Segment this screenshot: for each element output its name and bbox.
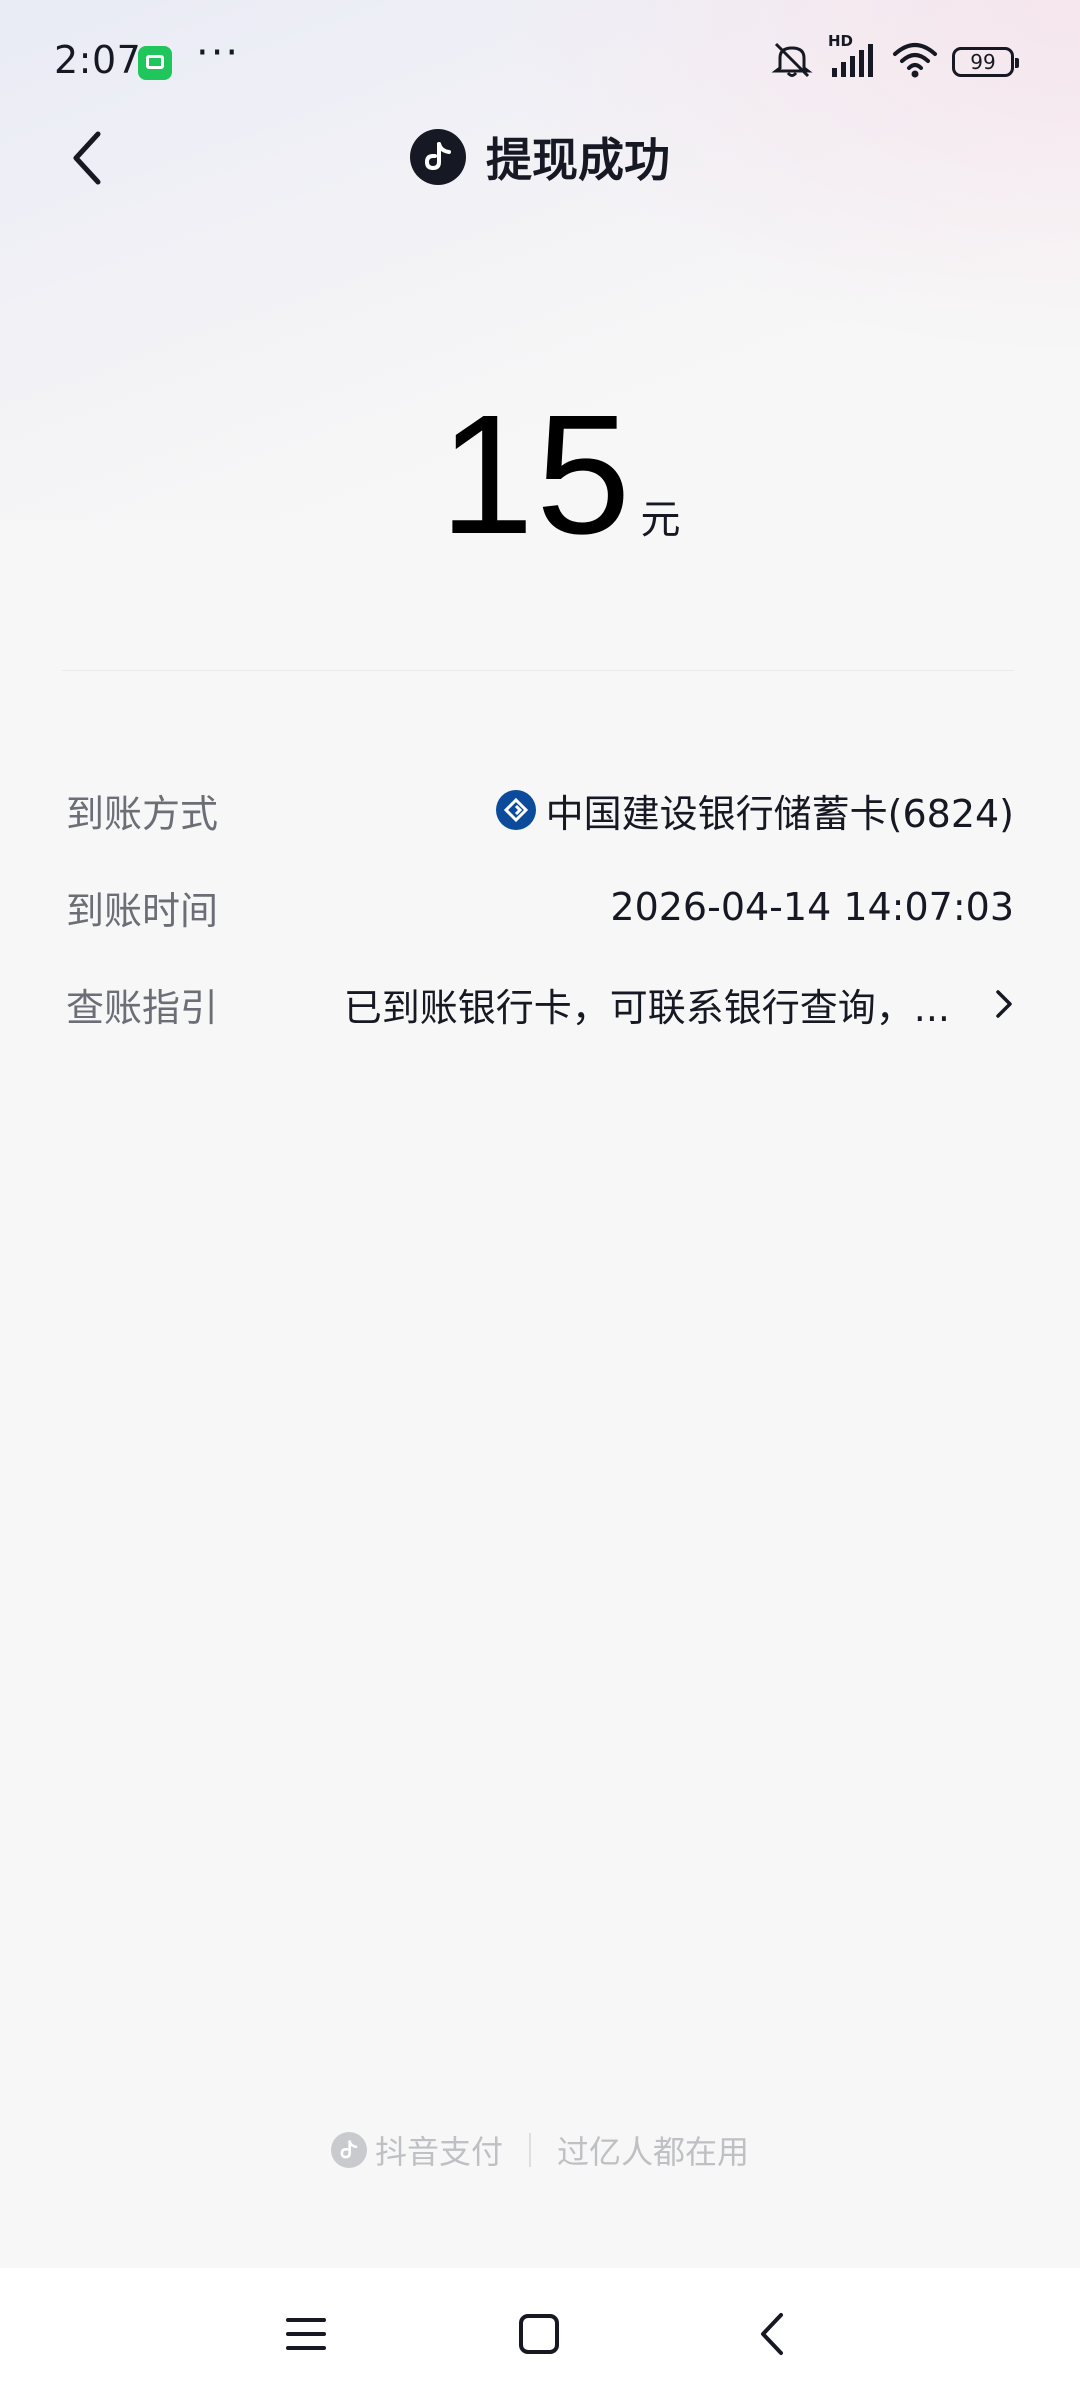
guide-text: 已到账银行卡，可联系银行查询，...: [343, 985, 950, 1030]
divider: [62, 670, 1014, 671]
guide-value[interactable]: 已到账银行卡，可联系银行查询，...: [344, 977, 1014, 1032]
amount-unit: 元: [640, 497, 681, 543]
ccb-bank-icon: [495, 790, 536, 830]
detail-label: 到账时间: [66, 888, 219, 933]
mute-icon: [770, 40, 814, 84]
bank-card-text: 中国建设银行储蓄卡(6824): [545, 791, 1014, 836]
system-back-button[interactable]: [736, 2298, 808, 2370]
detail-row-guide[interactable]: 查账指引 已到账银行卡，可联系银行查询，...: [66, 969, 1014, 1039]
detail-label: 查账指引: [66, 985, 219, 1030]
footer-slogan: 过亿人都在用: [557, 2133, 750, 2171]
system-nav-bar: [0, 2268, 1080, 2400]
more-notifications-icon: ···: [196, 30, 241, 76]
detail-value: 中国建设银行储蓄卡(6824): [495, 783, 1014, 838]
douyin-logo-icon: [410, 129, 466, 185]
douyin-pay-logo-icon: [330, 2132, 367, 2168]
page-title: 提现成功: [486, 133, 670, 187]
detail-row-arrival-time: 到账时间 2026-04-14 14:07:03: [66, 872, 1014, 942]
amount-value: 15: [439, 380, 633, 570]
status-icons: HD 99: [770, 32, 1019, 84]
signal-icon: HD: [828, 32, 878, 84]
home-square-icon: [519, 2314, 559, 2354]
battery-icon: 99: [952, 47, 1019, 77]
arrival-time-text: 2026-04-14 14:07:03: [610, 885, 1014, 929]
app-notification-icon: [138, 46, 172, 80]
detail-label: 到账方式: [66, 791, 219, 836]
network-type-label: HD: [828, 32, 854, 50]
footer-separator: [529, 2133, 531, 2167]
home-button[interactable]: [503, 2298, 575, 2370]
footer-brand: 抖音支付 过亿人都在用: [0, 2120, 1080, 2180]
status-bar: 2:07 ··· HD 99: [0, 0, 1080, 120]
menu-icon: [286, 2318, 326, 2350]
status-time: 2:07: [54, 38, 142, 82]
chevron-right-icon: [994, 988, 1014, 1020]
back-arrow-icon: [761, 2313, 783, 2355]
withdraw-amount: 15 元: [0, 390, 1080, 560]
recents-button[interactable]: [270, 2298, 342, 2370]
wifi-icon: [892, 40, 938, 84]
detail-row-payment-method: 到账方式 中国建设银行储蓄卡(6824): [66, 775, 1014, 845]
footer-brand-name: 抖音支付: [374, 2133, 503, 2171]
page-header: 提现成功: [0, 122, 1080, 192]
